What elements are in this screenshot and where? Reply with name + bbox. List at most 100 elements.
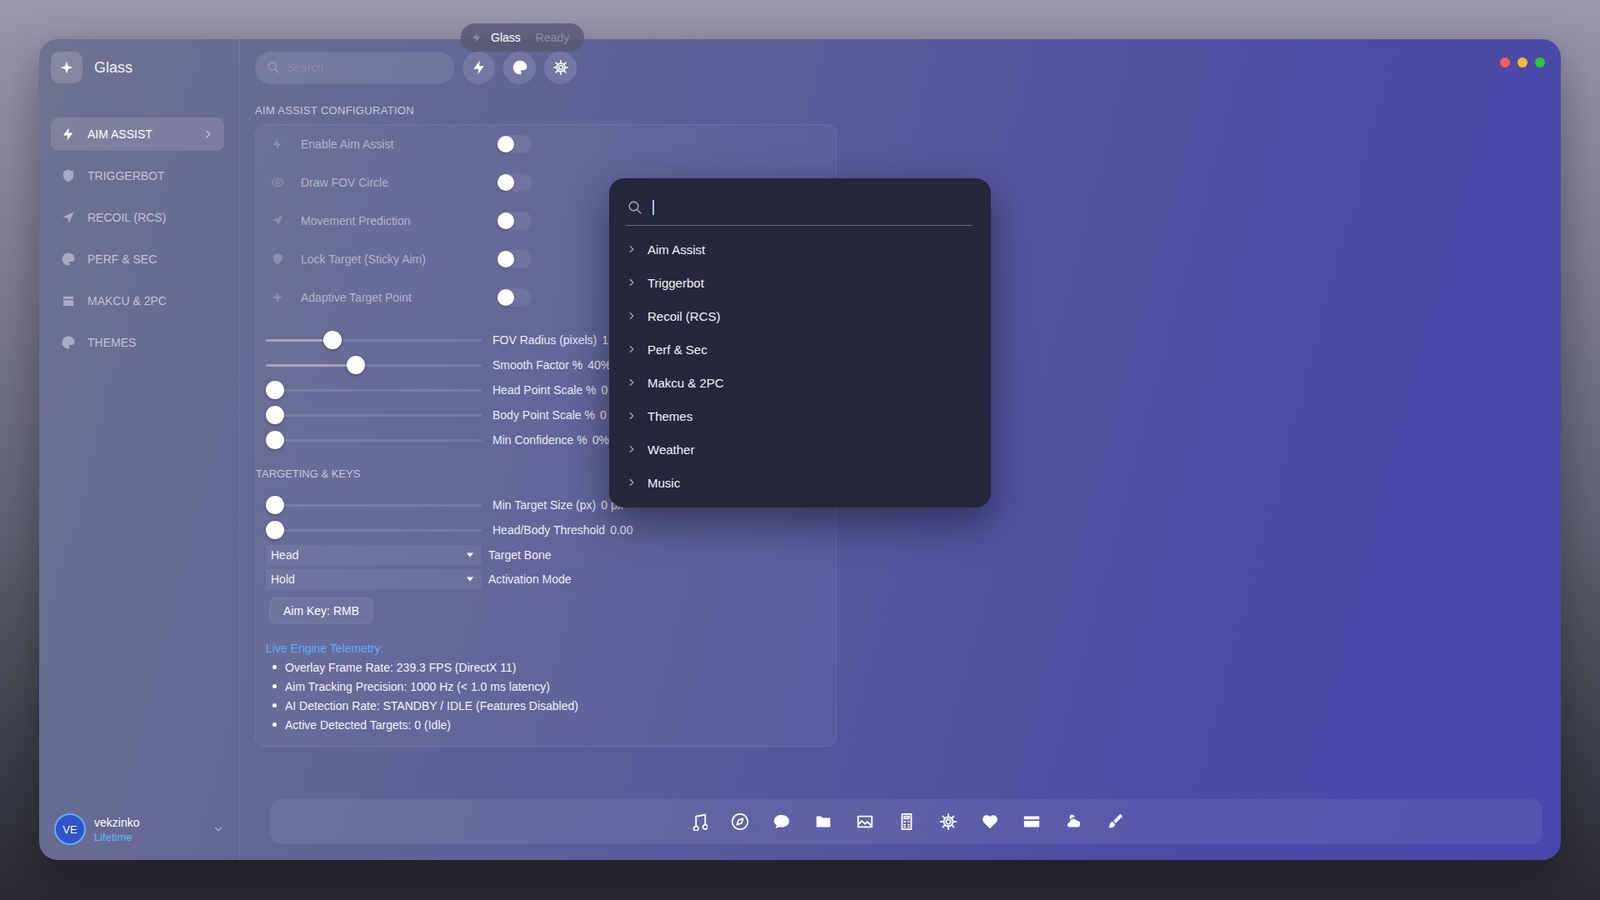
toolbar-button[interactable] <box>544 51 577 85</box>
palette-label: Triggerbot <box>647 275 705 290</box>
palette-search[interactable] <box>625 190 973 226</box>
select-row: Head Target Bone <box>265 542 826 567</box>
user-profile[interactable]: VE vekzinko Lifetime <box>50 813 225 845</box>
slider-thumb[interactable] <box>265 520 285 540</box>
toolbar-button[interactable] <box>462 51 495 85</box>
maximize-button[interactable] <box>1535 57 1545 68</box>
sidebar-item[interactable]: MAKCU & 2PC <box>50 284 225 318</box>
slider-reading: 40% <box>587 358 611 372</box>
slider-thumb[interactable] <box>265 405 285 425</box>
slider-thumb[interactable] <box>323 330 342 350</box>
toolbar-button[interactable] <box>503 51 536 85</box>
sidebar-nav: AIM ASSIST TRIGGERBOT RECOIL (RCS) PERF … <box>50 117 225 360</box>
dock-item[interactable] <box>814 812 833 831</box>
slider-reading: 1 <box>601 333 609 347</box>
toggle-switch[interactable] <box>496 250 532 269</box>
toggle-switch[interactable] <box>496 173 532 192</box>
chevron-right-icon <box>625 310 638 322</box>
bullet <box>272 684 277 689</box>
toggle-switch[interactable] <box>496 135 532 154</box>
minimize-button[interactable] <box>1517 57 1528 68</box>
slider-reading: 0 <box>601 383 609 397</box>
user-name: vekzinko <box>94 815 205 830</box>
telemetry: Live Engine Telemetry: Overlay Frame Rat… <box>265 639 826 735</box>
navigation-icon <box>270 214 285 228</box>
slider-thumb[interactable] <box>265 380 285 400</box>
telemetry-item: Overlay Frame Rate: 239.3 FPS (DirectX 1… <box>265 657 826 677</box>
toggle-label: Draw FOV Circle <box>300 175 497 190</box>
search-icon <box>627 200 643 215</box>
slider-label: Body Point Scale % <box>492 408 595 422</box>
aim-key-button[interactable]: Aim Key: RMB <box>269 597 374 625</box>
palette-item[interactable]: Aim Assist <box>625 232 973 266</box>
dock-item[interactable] <box>730 812 750 831</box>
dock-item[interactable] <box>897 812 916 831</box>
dropdown[interactable]: Head <box>265 545 482 565</box>
slider-thumb[interactable] <box>265 430 285 450</box>
toggle-label: Lock Target (Sticky Aim) <box>300 252 497 266</box>
toggle-switch[interactable] <box>496 288 532 307</box>
palette-item[interactable]: Triggerbot <box>625 265 973 300</box>
palette-item[interactable]: Perf & Sec <box>625 332 973 366</box>
sidebar-item[interactable]: THEMES <box>50 325 225 360</box>
toggle-switch[interactable] <box>496 211 532 230</box>
sidebar-label: RECOIL (RCS) <box>87 210 215 225</box>
slider-track[interactable] <box>265 339 482 342</box>
dock-item[interactable] <box>1022 812 1041 831</box>
palette-icon <box>60 251 76 267</box>
chevron-right-icon <box>625 443 638 455</box>
dock-item[interactable] <box>980 812 1000 831</box>
dropdown-value: Head <box>270 548 465 562</box>
palette-item[interactable]: Makcu & 2PC <box>625 365 973 400</box>
dock-item[interactable] <box>1064 812 1083 831</box>
sidebar-item[interactable]: AIM ASSIST <box>50 117 225 151</box>
badge-title: Glass <box>490 30 521 45</box>
slider-reading: 0% <box>592 433 610 447</box>
slider-track[interactable] <box>265 529 482 532</box>
slider-track[interactable] <box>265 504 482 507</box>
window-controls <box>1500 57 1545 68</box>
folder-icon <box>814 812 833 831</box>
sidebar-item[interactable]: TRIGGERBOT <box>50 159 225 193</box>
palette-icon <box>511 59 529 76</box>
dock-item[interactable] <box>1105 812 1125 831</box>
slider-track[interactable] <box>265 414 482 417</box>
close-button[interactable] <box>1500 57 1510 68</box>
palette-item[interactable]: Recoil (RCS) <box>625 299 973 333</box>
slider-reading: 0 <box>600 408 607 422</box>
dock-item[interactable] <box>855 812 875 831</box>
text-caret <box>652 200 655 215</box>
compass-icon <box>730 812 750 831</box>
dock-item[interactable] <box>939 812 958 831</box>
palette-item[interactable]: Weather <box>625 432 973 466</box>
dropdown[interactable]: Hold <box>265 569 482 590</box>
brush-icon <box>1105 812 1125 831</box>
dock-item[interactable] <box>772 812 791 831</box>
sidebar-item[interactable]: RECOIL (RCS) <box>50 200 225 235</box>
bullet <box>272 703 277 708</box>
slider-track[interactable] <box>265 439 482 442</box>
switch-knob <box>497 135 515 153</box>
chevron-right-icon <box>202 128 215 140</box>
window-title: Glass <box>94 59 133 77</box>
dock-item[interactable] <box>689 812 708 831</box>
palette-item[interactable]: Music <box>625 465 973 500</box>
card-icon <box>1022 812 1041 831</box>
select-row: Hold Activation Mode <box>265 566 826 591</box>
slider-track[interactable] <box>265 364 482 367</box>
calculator-icon <box>897 812 916 831</box>
sidebar-item[interactable]: PERF & SEC <box>50 242 225 276</box>
chevron-right-icon <box>625 376 638 389</box>
slider-track[interactable] <box>265 389 482 392</box>
brand: Glass <box>50 50 225 85</box>
slider-thumb[interactable] <box>346 355 365 375</box>
slider-thumb[interactable] <box>265 495 285 515</box>
gear-icon <box>939 812 958 831</box>
weather-icon <box>1064 812 1083 831</box>
search-field[interactable]: Search <box>255 51 455 85</box>
palette-item[interactable]: Themes <box>625 399 973 433</box>
bullet <box>272 665 277 670</box>
sidebar: Glass AIM ASSIST TRIGGERBOT RECOIL (RCS)… <box>39 39 240 860</box>
sidebar-label: AIM ASSIST <box>87 127 191 141</box>
telemetry-text: AI Detection Rate: STANDBY / IDLE (Featu… <box>285 699 579 713</box>
